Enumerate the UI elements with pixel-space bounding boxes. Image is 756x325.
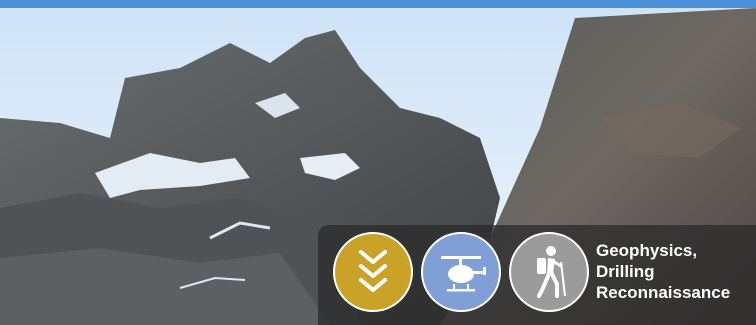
top-accent-bar [0, 0, 756, 8]
chevrons-down-icon[interactable] [333, 232, 413, 312]
services-caption: Geophysics, Drilling Reconnaissance [596, 240, 756, 303]
caption-line: Geophysics, [596, 241, 698, 260]
helicopter-icon[interactable] [421, 232, 501, 312]
caption-line: Drilling [596, 262, 655, 281]
hero-banner: Geophysics, Drilling Reconnaissance [0, 0, 756, 325]
hiker-icon[interactable] [509, 232, 589, 312]
caption-line: Reconnaissance [596, 283, 731, 302]
